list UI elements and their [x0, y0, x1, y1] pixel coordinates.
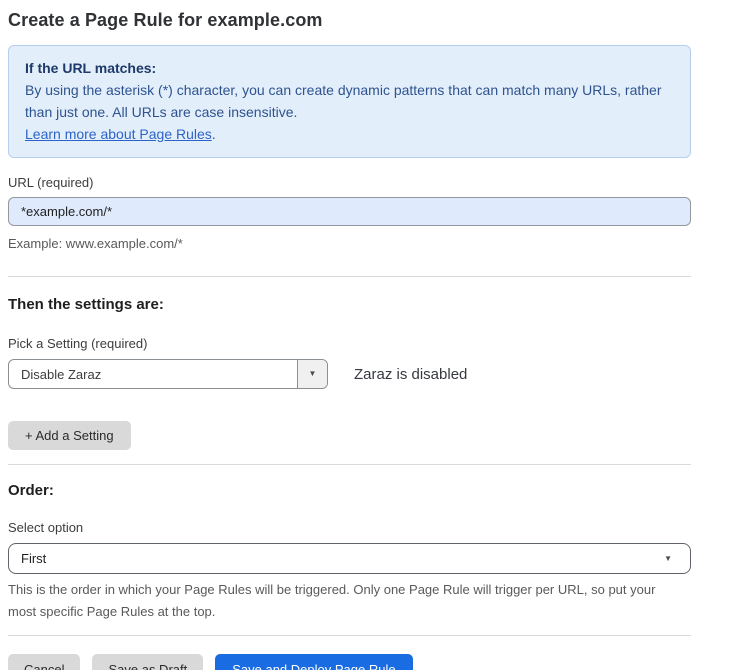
order-select-label: Select option [8, 520, 691, 535]
caret-down-icon: ▼ [309, 370, 317, 378]
divider [8, 276, 691, 277]
divider [8, 635, 691, 636]
divider [8, 464, 691, 465]
order-section-heading: Order: [8, 482, 691, 499]
setting-dropdown-caret-button[interactable]: ▼ [297, 360, 327, 388]
url-match-info-box: If the URL matches: By using the asteris… [8, 45, 691, 158]
add-setting-button[interactable]: + Add a Setting [8, 421, 131, 450]
info-box-heading: If the URL matches: [25, 57, 674, 79]
url-field-label: URL (required) [8, 175, 691, 190]
cancel-button[interactable]: Cancel [8, 654, 80, 670]
info-box-link-line: Learn more about Page Rules. [25, 123, 674, 145]
save-as-draft-button[interactable]: Save as Draft [92, 654, 203, 670]
setting-dropdown[interactable]: Disable Zaraz ▼ [8, 359, 328, 389]
url-input[interactable] [8, 197, 691, 226]
link-suffix: . [212, 126, 216, 142]
order-select-value: First [21, 551, 46, 566]
page-rule-form: Create a Page Rule for example.com If th… [8, 0, 691, 670]
settings-section-heading: Then the settings are: [8, 296, 691, 313]
setting-dropdown-value: Disable Zaraz [9, 360, 297, 388]
url-example-helper: Example: www.example.com/* [8, 233, 691, 255]
caret-down-icon: ▼ [664, 555, 672, 563]
pick-setting-label: Pick a Setting (required) [8, 336, 691, 351]
order-select[interactable]: First ▼ [8, 543, 691, 574]
info-box-body: By using the asterisk (*) character, you… [25, 79, 670, 123]
order-helper-text: This is the order in which your Page Rul… [8, 579, 673, 623]
page-title: Create a Page Rule for example.com [8, 10, 691, 31]
setting-row: Disable Zaraz ▼ Zaraz is disabled [8, 359, 691, 389]
learn-more-link[interactable]: Learn more about Page Rules [25, 126, 212, 142]
save-and-deploy-button[interactable]: Save and Deploy Page Rule [215, 654, 412, 670]
form-actions: Cancel Save as Draft Save and Deploy Pag… [8, 654, 691, 670]
setting-status-text: Zaraz is disabled [354, 366, 467, 383]
